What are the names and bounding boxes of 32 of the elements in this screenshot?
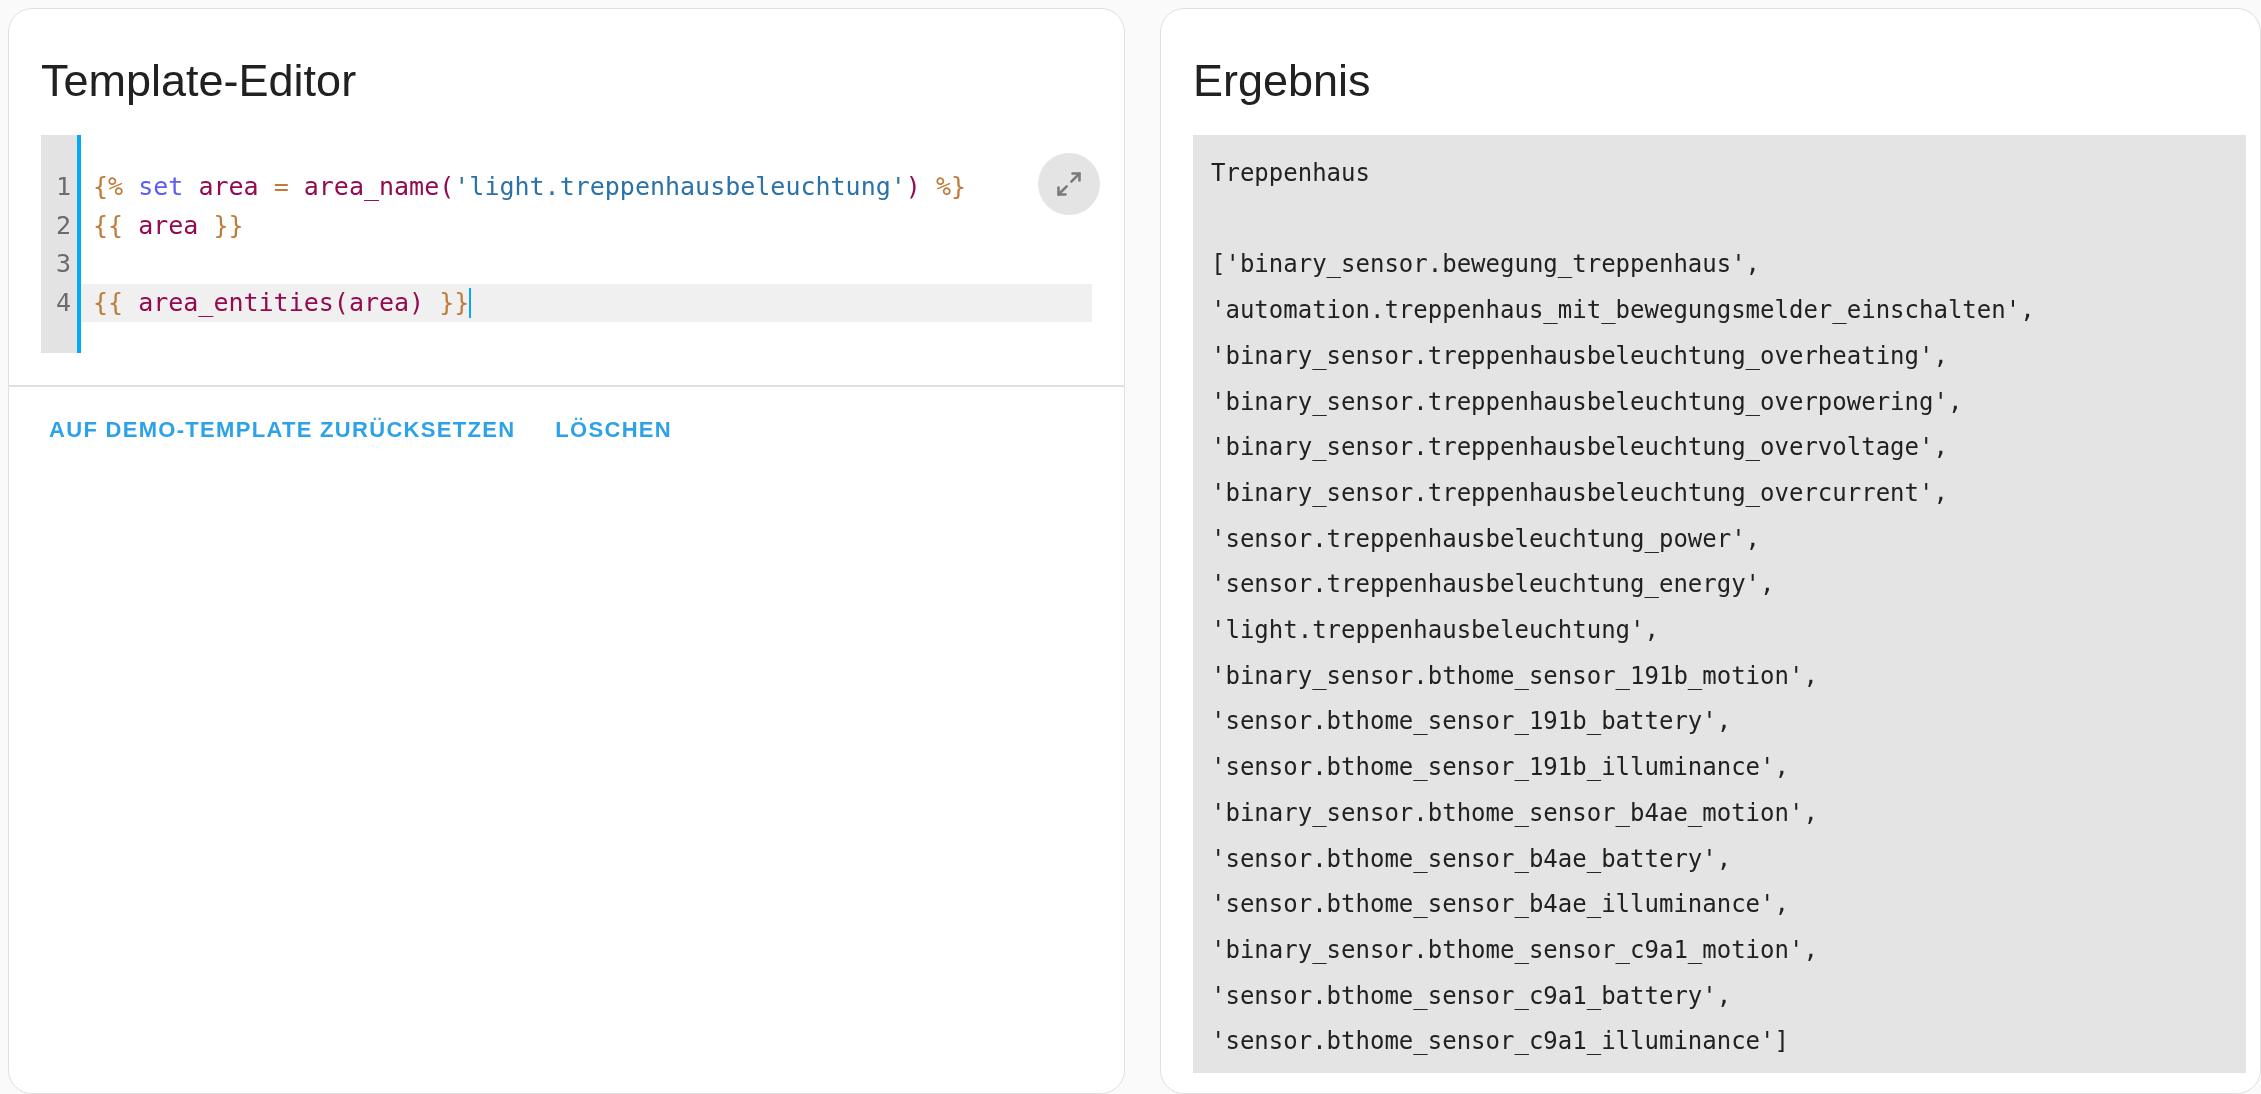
- result-line: 'binary_sensor.bthome_sensor_191b_motion',: [1211, 660, 1819, 692]
- result-line: ['binary_sensor.bewegung_treppenhaus',: [1211, 249, 1762, 281]
- line-number: 4: [54, 286, 72, 319]
- result-line: 'binary_sensor.treppenhausbeleuchtung_overpowering',: [1211, 386, 1964, 418]
- result-line: 'sensor.bthome_sensor_b4ae_illuminance',: [1211, 889, 1790, 921]
- result-line: 'binary_sensor.treppenhausbeleuchtung_overvoltage',: [1211, 432, 1949, 464]
- card-title: Template-Editor: [40, 54, 358, 108]
- result-line: 'sensor.bthome_sensor_b4ae_battery',: [1211, 843, 1733, 875]
- result-line: 'binary_sensor.bthome_sensor_c9a1_motion',: [1211, 934, 1819, 966]
- card-title: Ergebnis: [1192, 54, 1372, 108]
- result-line: 'sensor.treppenhausbeleuchtung_energy',: [1211, 569, 1776, 601]
- result-line: 'sensor.bthome_sensor_c9a1_illuminance']: [1211, 1026, 1790, 1058]
- result-line: 'light.treppenhausbeleuchtung',: [1211, 615, 1660, 646]
- line-number: 2: [54, 209, 72, 242]
- result-line: 'sensor.treppenhausbeleuchtung_power',: [1211, 523, 1762, 555]
- action-button[interactable]: AUF DEMO-TEMPLATE ZURÜCKSETZEN: [33, 404, 532, 455]
- result-line: 'sensor.bthome_sensor_c9a1_battery',: [1211, 980, 1733, 1012]
- result-line: 'binary_sensor.bthome_sensor_b4ae_motion',: [1211, 797, 1819, 829]
- result-line: 'sensor.bthome_sensor_191b_illuminance',: [1211, 752, 1790, 784]
- result-line: Treppenhaus: [1211, 158, 1371, 189]
- line-number: 3: [54, 248, 72, 280]
- result-line: 'binary_sensor.treppenhausbeleuchtung_overheating',: [1211, 340, 1949, 372]
- result-line: 'sensor.bthome_sensor_191b_battery',: [1211, 706, 1733, 738]
- action-button[interactable]: LÖSCHEN: [539, 404, 689, 455]
- expand-icon: [1055, 170, 1083, 198]
- code-line: {{ area }}: [93, 209, 244, 242]
- line-number: 1: [54, 171, 72, 203]
- result-line: 'binary_sensor.treppenhausbeleuchtung_overcurrent',: [1211, 477, 1949, 509]
- code-line: {% set area = area_name('light.treppenhausbeleuchtung') %}: [93, 171, 967, 203]
- result-line: 'automation.treppenhaus_mit_bewegungsmelder_einschalten',: [1211, 295, 2036, 327]
- code-line: {{ area_entities(area) }}: [93, 286, 470, 319]
- text-cursor: [469, 287, 472, 318]
